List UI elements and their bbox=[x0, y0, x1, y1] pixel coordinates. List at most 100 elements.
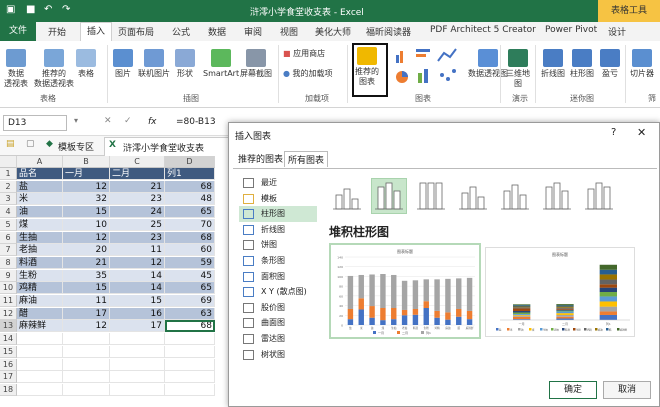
chart-category-item[interactable]: 折线图 bbox=[239, 222, 317, 238]
chart-subtype-thumbnail[interactable] bbox=[455, 178, 491, 214]
chart-category-item[interactable]: 条形图 bbox=[239, 253, 317, 269]
table-cell[interactable]: 料酒 bbox=[17, 256, 63, 269]
empty-cell[interactable] bbox=[110, 333, 165, 346]
redo-icon[interactable]: ↷ bbox=[62, 4, 70, 15]
folder-icon[interactable]: ▤ bbox=[6, 139, 15, 149]
ribbon-tab[interactable]: PDF Architect 5 Creator bbox=[430, 25, 536, 35]
sparkline-line-button[interactable]: 折线图 bbox=[541, 49, 565, 79]
cancel-button[interactable]: 取消 bbox=[603, 381, 651, 399]
chart-subtype-thumbnail[interactable] bbox=[413, 178, 449, 214]
table-header-cell[interactable]: 一月 bbox=[63, 168, 110, 180]
chart-category-item[interactable]: 曲面图 bbox=[239, 315, 317, 331]
table-cell[interactable]: 21 bbox=[110, 180, 165, 193]
chart-subtype-thumbnail[interactable] bbox=[497, 178, 533, 214]
row-header[interactable]: 2 bbox=[0, 180, 17, 193]
table-cell[interactable]: 20 bbox=[63, 244, 110, 257]
table-cell[interactable]: 16 bbox=[110, 307, 165, 320]
table-cell[interactable]: 32 bbox=[63, 193, 110, 206]
table-cell[interactable]: 24 bbox=[110, 206, 165, 219]
row-header[interactable]: 4 bbox=[0, 206, 17, 219]
store-button[interactable]: ■ 应用商店 bbox=[283, 49, 325, 59]
name-box[interactable]: D13 bbox=[3, 115, 67, 131]
row-header[interactable]: 18 bbox=[0, 383, 17, 396]
empty-cell[interactable] bbox=[63, 358, 110, 371]
table-cell[interactable]: 12 bbox=[63, 231, 110, 244]
chart-subtype-thumbnail[interactable] bbox=[539, 178, 575, 214]
chart-category-item[interactable]: 柱形图 bbox=[239, 206, 317, 223]
chart-preview-alt[interactable]: 图表标题 一月 二月 列1 盐 米 油 煤 生抽 老抽 料酒 生粉 鸡精 麻油 醋 麻辣鲜 bbox=[485, 247, 635, 337]
chart-category-item[interactable]: 雷达图 bbox=[239, 331, 317, 347]
win-loss-button[interactable]: 盈亏 bbox=[600, 49, 620, 79]
insert-function-button[interactable]: fx bbox=[148, 117, 157, 127]
column-header[interactable]: C bbox=[110, 156, 165, 168]
table-cell[interactable]: 醋 bbox=[17, 307, 63, 320]
workbook-file-tab[interactable]: X 浒澪小学食堂收支表 bbox=[104, 137, 230, 156]
chart-category-item[interactable]: X Y (散点图) bbox=[239, 284, 317, 300]
table-cell[interactable]: 油 bbox=[17, 206, 63, 219]
3d-map-button[interactable]: 三维地 图 bbox=[506, 49, 530, 89]
chart-preview-stacked[interactable]: 图表标题 0 20 40 60 80 100 120 140 盐 米 油 煤 生抽 老抽 料酒 生粉 鸡精 麻油 醋 麻… bbox=[329, 243, 481, 339]
picture-button[interactable]: 图片 bbox=[113, 49, 133, 79]
pivot-chart-button[interactable]: 数据透视图 bbox=[468, 49, 508, 79]
table-cell[interactable]: 老抽 bbox=[17, 244, 63, 257]
formula-input[interactable]: =80-B13 bbox=[176, 117, 216, 127]
ribbon-tab[interactable]: 美化大师 bbox=[315, 25, 351, 38]
sparkline-column-button[interactable]: 柱形图 bbox=[570, 49, 594, 79]
row-header[interactable]: 6 bbox=[0, 231, 17, 244]
column-header[interactable]: A bbox=[17, 156, 63, 168]
table-cell[interactable]: 11 bbox=[110, 244, 165, 257]
row-header[interactable]: 15 bbox=[0, 345, 17, 358]
ok-button[interactable]: 确定 bbox=[549, 381, 597, 399]
pivot-table-button[interactable]: 数据 透视表 bbox=[4, 49, 28, 89]
empty-cell[interactable] bbox=[17, 358, 63, 371]
chart-category-item[interactable]: 面积图 bbox=[239, 269, 317, 285]
tab-recommended-charts[interactable]: 推荐的图表 bbox=[235, 151, 286, 166]
ribbon-tab[interactable]: 数据 bbox=[208, 25, 226, 38]
table-cell[interactable]: 14 bbox=[110, 282, 165, 295]
row-header[interactable]: 1 bbox=[0, 168, 17, 180]
row-header[interactable]: 8 bbox=[0, 256, 17, 269]
empty-cell[interactable] bbox=[110, 358, 165, 371]
row-header[interactable]: 10 bbox=[0, 282, 17, 295]
chart-category-item[interactable]: 模板 bbox=[239, 191, 317, 207]
table-cell[interactable]: 15 bbox=[110, 295, 165, 307]
name-box-dropdown-icon[interactable]: ▾ bbox=[74, 116, 78, 125]
save-icon[interactable]: ■ bbox=[26, 4, 35, 15]
table-cell[interactable]: 59 bbox=[165, 256, 215, 269]
chart-category-item[interactable]: 最近 bbox=[239, 175, 317, 191]
ribbon-tab[interactable]: 公式 bbox=[172, 25, 190, 38]
tab-all-charts[interactable]: 所有图表 bbox=[284, 151, 329, 167]
empty-cell[interactable] bbox=[17, 333, 63, 346]
shapes-button[interactable]: 形状 bbox=[175, 49, 195, 79]
empty-cell[interactable] bbox=[63, 383, 110, 396]
table-cell[interactable]: 14 bbox=[110, 269, 165, 282]
table-cell[interactable]: 生抽 bbox=[17, 231, 63, 244]
empty-cell[interactable] bbox=[63, 345, 110, 358]
smartart-button[interactable]: SmartArt bbox=[203, 49, 239, 79]
empty-cell[interactable] bbox=[165, 333, 215, 346]
ribbon-tab[interactable]: 文件 bbox=[0, 22, 36, 41]
empty-cell[interactable] bbox=[17, 383, 63, 396]
table-cell[interactable]: 15 bbox=[63, 206, 110, 219]
table-header-cell[interactable]: 二月 bbox=[110, 168, 165, 180]
table-cell[interactable]: 15 bbox=[63, 282, 110, 295]
close-icon[interactable]: ✕ bbox=[637, 126, 646, 139]
table-cell[interactable]: 35 bbox=[63, 269, 110, 282]
ribbon-tab[interactable]: 审阅 bbox=[244, 25, 262, 38]
empty-cell[interactable] bbox=[63, 333, 110, 346]
empty-cell[interactable] bbox=[165, 371, 215, 384]
table-cell[interactable]: 63 bbox=[165, 307, 215, 320]
table-cell[interactable]: 25 bbox=[110, 218, 165, 231]
table-header-cell[interactable]: 品名 bbox=[17, 168, 63, 180]
table-cell[interactable]: 12 bbox=[63, 180, 110, 193]
online-picture-button[interactable]: 联机图片 bbox=[138, 49, 170, 79]
table-cell[interactable]: 21 bbox=[63, 256, 110, 269]
empty-cell[interactable] bbox=[110, 371, 165, 384]
table-cell[interactable]: 65 bbox=[165, 206, 215, 219]
my-addins-button[interactable]: ● 我的加载项 bbox=[283, 69, 333, 79]
table-cell[interactable]: 麻辣鲜 bbox=[17, 320, 63, 333]
empty-cell[interactable] bbox=[17, 345, 63, 358]
ribbon-tab[interactable]: 福昕阅读器 bbox=[366, 25, 411, 38]
ribbon-tab[interactable]: 插入 bbox=[80, 22, 113, 42]
table-cell[interactable]: 65 bbox=[165, 282, 215, 295]
